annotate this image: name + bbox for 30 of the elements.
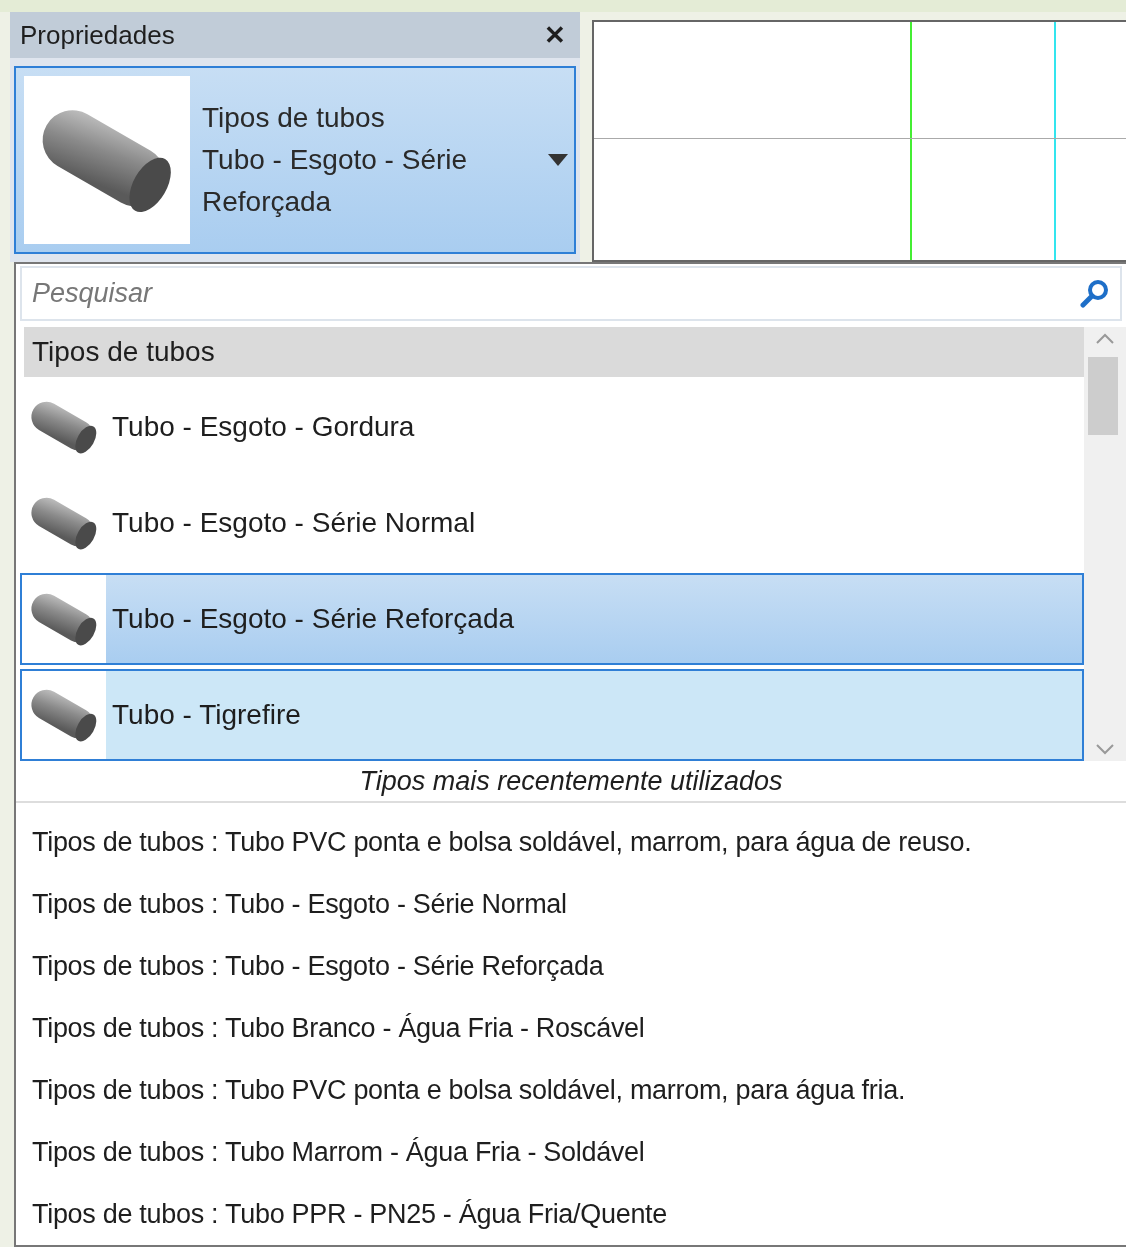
scroll-thumb[interactable] bbox=[1088, 357, 1118, 435]
scrollbar[interactable] bbox=[1084, 327, 1126, 761]
close-button[interactable]: ✕ bbox=[540, 15, 570, 55]
type-label: Tubo - Esgoto - Gordura bbox=[112, 410, 415, 444]
type-selector[interactable]: Tipos de tubos Tubo - Esgoto - Série Reforçada bbox=[14, 66, 576, 254]
type-label: Tubo - Tigrefire bbox=[112, 698, 301, 732]
recent-item[interactable]: Tipos de tubos : Tubo - Esgoto - Série Normal bbox=[32, 873, 1126, 935]
type-name: Reforçada bbox=[202, 185, 333, 219]
type-list-item[interactable]: Tubo - Esgoto - Gordura bbox=[20, 381, 1084, 473]
type-list-item[interactable]: Tubo - Esgoto - Série Normal bbox=[20, 477, 1084, 569]
panel-title: Propriedades bbox=[20, 18, 175, 52]
type-label: Tubo - Esgoto - Série Reforçada bbox=[112, 602, 515, 636]
search-field[interactable]: Pesquisar bbox=[20, 266, 1122, 321]
scroll-down-icon[interactable] bbox=[1095, 743, 1115, 755]
type-label: Tubo - Esgoto - Série Normal bbox=[112, 506, 476, 540]
type-family: Tipos de tubos bbox=[202, 101, 386, 135]
recent-item[interactable]: Tipos de tubos : Tubo - Esgoto - Série Reforçada bbox=[32, 935, 1126, 997]
recent-item[interactable]: Tipos de tubos : Tubo Branco - Água Fria - Roscável bbox=[32, 997, 1126, 1059]
search-icon[interactable] bbox=[1080, 278, 1110, 308]
recent-item[interactable]: Tipos de tubos : Tubo PPR - PN25 - Água Fria/Quente bbox=[32, 1183, 1126, 1245]
type-name: Tubo - Esgoto - Série bbox=[202, 143, 469, 177]
recent-item[interactable]: Tipos de tubos : Tubo Marrom - Água Fria - Soldável bbox=[32, 1121, 1126, 1183]
scroll-up-icon[interactable] bbox=[1095, 333, 1115, 345]
type-list-item[interactable]: Tubo - Esgoto - Série Reforçada bbox=[20, 573, 1084, 665]
recent-item[interactable]: Tipos de tubos : Tubo PVC ponta e bolsa soldável, marrom, para água fria. bbox=[32, 1059, 1126, 1121]
category-header: Tipos de tubos bbox=[24, 327, 1084, 377]
type-list-item[interactable]: Tubo - Tigrefire bbox=[20, 669, 1084, 761]
caret-icon bbox=[548, 154, 568, 166]
recent-item[interactable]: Tipos de tubos : Tubo PVC ponta e bolsa soldável, marrom, para água de reuso. bbox=[32, 811, 1126, 873]
recent-header: Tipos mais recentemente utilizados bbox=[16, 761, 1126, 803]
